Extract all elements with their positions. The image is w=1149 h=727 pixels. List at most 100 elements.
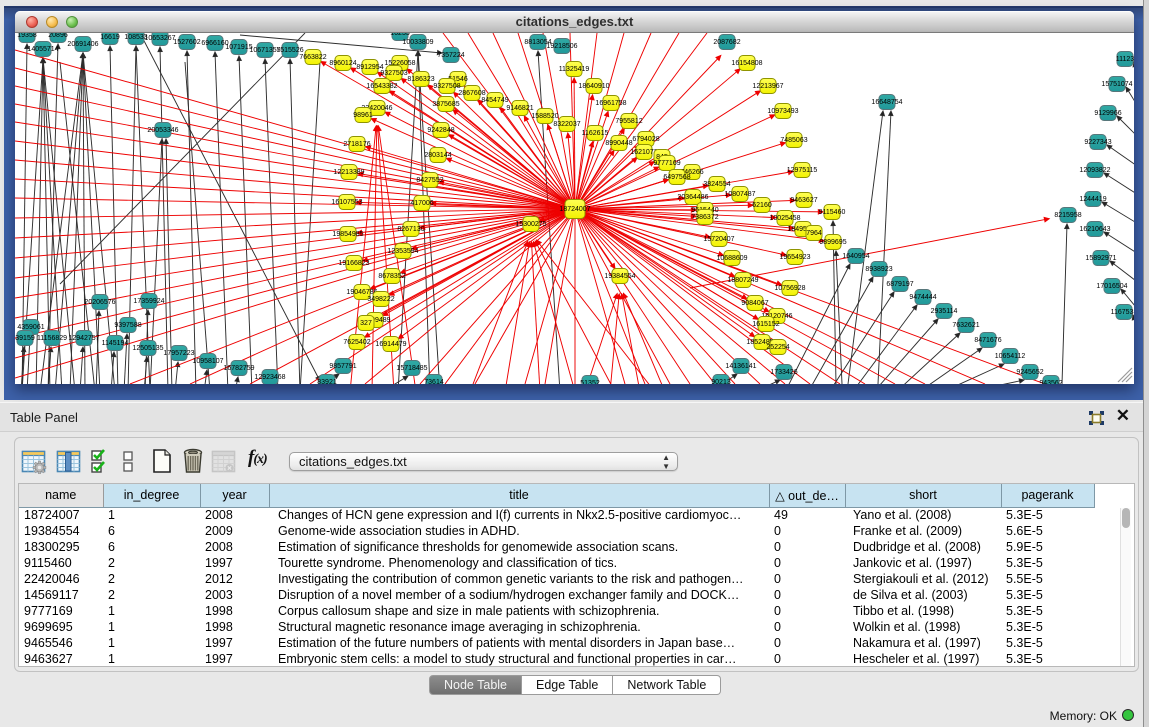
svg-text:12353594: 12353594 <box>387 248 418 255</box>
svg-text:9474444: 9474444 <box>909 294 936 301</box>
svg-text:8990448: 8990448 <box>605 140 632 147</box>
svg-text:1615152: 1615152 <box>752 321 779 328</box>
svg-text:2718176: 2718176 <box>343 141 370 148</box>
svg-text:11325419: 11325419 <box>559 66 590 73</box>
svg-text:7515526: 7515526 <box>276 47 303 54</box>
svg-text:10653267: 10653267 <box>144 35 175 42</box>
svg-text:8938923: 8938923 <box>865 266 892 273</box>
svg-text:3875685: 3875685 <box>432 101 459 108</box>
svg-text:15300275: 15300275 <box>515 221 546 228</box>
svg-text:7485063: 7485063 <box>780 137 807 144</box>
svg-text:8454749: 8454749 <box>481 97 508 104</box>
svg-text:9115460: 9115460 <box>819 209 846 216</box>
svg-text:15751074: 15751074 <box>1101 81 1132 88</box>
svg-text:6879197: 6879197 <box>886 281 913 288</box>
svg-text:1527602: 1527602 <box>173 39 200 46</box>
svg-text:12213967: 12213967 <box>752 83 783 90</box>
svg-text:16107553: 16107553 <box>331 199 362 206</box>
svg-text:1162615: 1162615 <box>582 130 609 137</box>
svg-text:62160: 62160 <box>752 202 772 209</box>
svg-text:18640910: 18640910 <box>578 83 609 90</box>
svg-text:20053346: 20053346 <box>147 127 178 134</box>
svg-text:7663822: 7663822 <box>299 54 326 61</box>
svg-text:7625402: 7625402 <box>343 339 370 346</box>
svg-text:1167533: 1167533 <box>1111 309 1134 316</box>
svg-text:19384554: 19384554 <box>604 273 635 280</box>
svg-text:19854985: 19854985 <box>332 231 363 238</box>
svg-text:10688609: 10688609 <box>716 255 747 262</box>
svg-text:2087682: 2087682 <box>713 39 740 46</box>
svg-text:7955812: 7955812 <box>615 118 642 125</box>
svg-text:19654923: 19654923 <box>779 254 810 261</box>
svg-text:15720407: 15720407 <box>703 236 734 243</box>
svg-text:7357224: 7357224 <box>437 52 464 59</box>
svg-text:8471676: 8471676 <box>974 337 1001 344</box>
svg-text:7964: 7964 <box>806 230 822 237</box>
svg-text:19166823: 19166823 <box>338 260 369 267</box>
svg-text:9777169: 9777169 <box>653 160 680 167</box>
svg-text:7632621: 7632621 <box>952 322 979 329</box>
svg-text:18807249: 18807249 <box>727 277 758 284</box>
svg-text:9242848: 9242848 <box>427 127 454 134</box>
svg-text:7386372: 7386372 <box>691 214 718 221</box>
svg-text:19218506: 19218506 <box>546 43 577 50</box>
svg-text:9146821: 9146821 <box>506 105 533 112</box>
svg-text:9084067: 9084067 <box>741 300 768 307</box>
svg-text:20896: 20896 <box>48 33 68 39</box>
svg-text:1244419: 1244419 <box>1079 196 1106 203</box>
svg-text:16782759: 16782759 <box>223 365 254 372</box>
svg-text:9463627: 9463627 <box>790 197 817 204</box>
svg-text:12093822: 12093822 <box>1079 167 1110 174</box>
svg-text:73614: 73614 <box>424 379 444 384</box>
svg-text:10033809: 10033809 <box>402 39 433 46</box>
svg-text:10807487: 10807487 <box>724 191 755 198</box>
svg-text:417006: 417006 <box>410 200 433 207</box>
svg-text:1733426: 1733426 <box>770 369 797 376</box>
svg-text:10654112: 10654112 <box>995 353 1026 360</box>
svg-text:1640954: 1640954 <box>842 253 869 260</box>
svg-text:90213: 90213 <box>711 379 731 384</box>
svg-text:17957223: 17957223 <box>163 350 194 357</box>
svg-text:3824554: 3824554 <box>703 181 730 188</box>
svg-text:16648754: 16648754 <box>871 99 902 106</box>
svg-text:83921: 83921 <box>317 379 337 384</box>
svg-text:1588520: 1588520 <box>531 113 558 120</box>
svg-text:6794028: 6794028 <box>632 136 659 143</box>
svg-text:18724007: 18724007 <box>559 206 590 213</box>
svg-text:9129966: 9129966 <box>1094 110 1121 117</box>
svg-text:9327503: 9327503 <box>380 70 407 77</box>
svg-text:9397588: 9397588 <box>114 322 141 329</box>
svg-text:6497568: 6497568 <box>663 174 690 181</box>
svg-text:12942757: 12942757 <box>68 335 99 342</box>
svg-text:16210643: 16210643 <box>1079 226 1110 233</box>
svg-text:17016504: 17016504 <box>1096 283 1127 290</box>
svg-text:20206576: 20206576 <box>84 299 115 306</box>
svg-text:8427552: 8427552 <box>416 177 443 184</box>
svg-text:8186323: 8186323 <box>407 76 434 83</box>
svg-text:8960124: 8960124 <box>329 60 356 67</box>
svg-text:9327508: 9327508 <box>433 83 460 90</box>
svg-text:12505135: 12505135 <box>132 345 163 352</box>
svg-text:17359924: 17359924 <box>133 298 164 305</box>
svg-text:10973493: 10973493 <box>767 108 798 115</box>
svg-text:9227343: 9227343 <box>1084 139 1111 146</box>
svg-text:14055714: 14055714 <box>27 46 58 53</box>
svg-text:16154808: 16154808 <box>731 60 762 67</box>
svg-text:19358: 19358 <box>17 33 37 39</box>
svg-text:8267130: 8267130 <box>397 226 424 233</box>
svg-text:16619: 16619 <box>100 34 120 41</box>
svg-text:98961: 98961 <box>353 112 373 119</box>
svg-text:10025458: 10025458 <box>769 215 800 222</box>
svg-text:16961758: 16961758 <box>595 100 626 107</box>
svg-text:10958107: 10958107 <box>192 358 223 365</box>
svg-text:12975115: 12975115 <box>787 167 818 174</box>
svg-text:252254: 252254 <box>766 344 789 351</box>
svg-text:20364486: 20364486 <box>677 194 708 201</box>
svg-text:9245652: 9245652 <box>1016 369 1043 376</box>
svg-text:39159: 39159 <box>15 335 35 342</box>
svg-text:14136141: 14136141 <box>725 363 756 370</box>
svg-text:8322037: 8322037 <box>553 121 580 128</box>
svg-text:2867608: 2867608 <box>458 90 485 97</box>
svg-text:8215958: 8215958 <box>1054 212 1081 219</box>
svg-text:20691406: 20691406 <box>67 41 98 48</box>
